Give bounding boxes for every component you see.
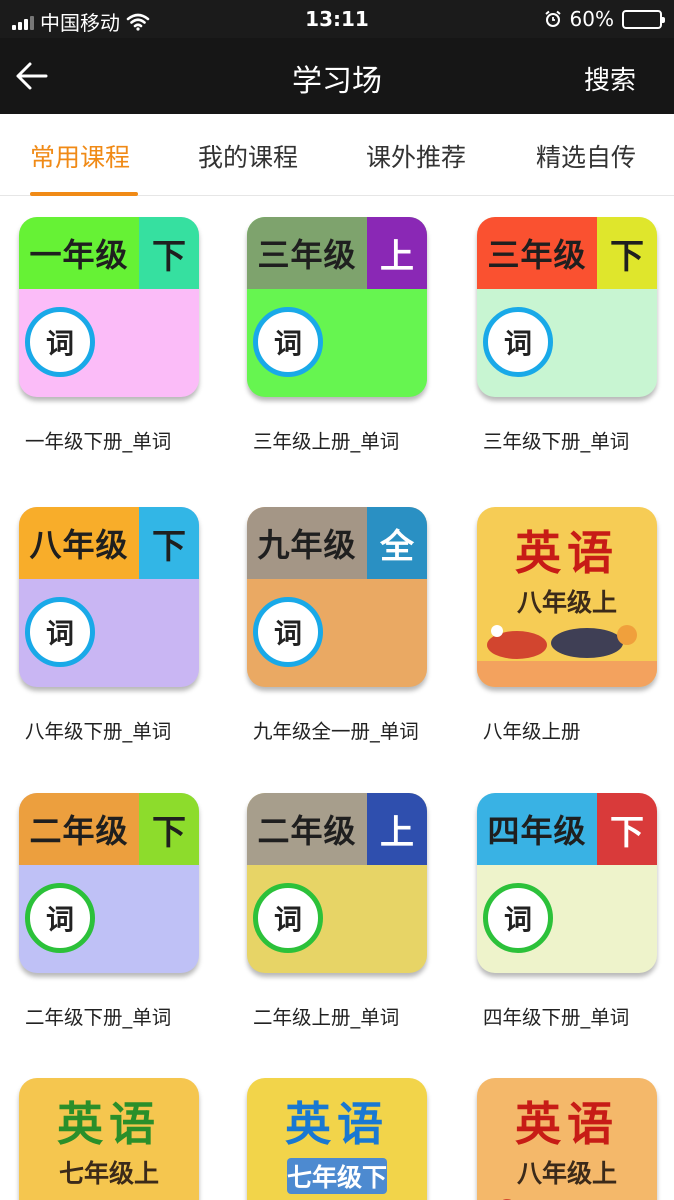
cartoon-illustration [247,1188,427,1200]
cover-term: 全 [367,507,427,579]
navigation-bar: 学习场 搜索 [0,38,674,114]
course-card[interactable]: 八年级 下 词 八年级下册_单词 [19,507,199,743]
alarm-icon [544,10,561,27]
course-title: 二年级下册_单词 [25,1006,172,1029]
course-card[interactable]: 英语 八年级上 八年级上册 [477,507,657,743]
cover-grade: 二年级 [247,793,367,865]
battery-percent: 60% [569,7,614,31]
course-cover: 二年级 下 词 [19,793,199,973]
tab-featured[interactable]: 精选自传 [536,138,636,174]
vocab-badge: 词 [253,307,323,377]
cover-term: 下 [597,793,657,865]
battery-icon [622,9,665,29]
cover-term: 上 [367,793,427,865]
textbook-grade: 八年级上 [516,1159,617,1188]
course-cover: 三年级 上 词 [247,217,427,397]
textbook-cover: 英语 八年级上 [477,1078,657,1200]
course-card[interactable]: 二年级 下 词 二年级下册_单词 [19,793,199,1029]
search-button[interactable]: 搜索 [584,60,636,97]
cover-grade: 三年级 [477,217,597,289]
tab-my-courses[interactable]: 我的课程 [198,138,298,174]
cover-term: 上 [367,217,427,289]
cartoon-illustration [502,1199,512,1200]
textbook-cover: 英语 七年级下 [247,1078,427,1200]
page-title: 学习场 [292,64,382,99]
course-title: 四年级下册_单词 [483,1006,630,1029]
textbook-cover: 英语 八年级上 [477,507,657,687]
textbook-grade: 八年级上 [516,588,617,617]
course-title: 九年级全一册_单词 [253,720,419,743]
cover-grade: 四年级 [477,793,597,865]
course-title: 二年级上册_单词 [253,1006,400,1029]
course-cover: 二年级 上 词 [247,793,427,973]
course-grid: 一年级 下 词 一年级下册_单词 三年级 上 词 三年级上册_单词 三年级 下 … [0,196,674,1200]
course-card[interactable]: 二年级 上 词 二年级上册_单词 [247,793,427,1029]
course-cover: 一年级 下 词 [19,217,199,397]
course-title: 三年级下册_单词 [483,430,630,453]
status-bar: 中国移动 13:11 60% [0,0,674,38]
cover-grade: 三年级 [247,217,367,289]
course-title: 八年级下册_单词 [25,720,172,743]
course-cover: 九年级 全 词 [247,507,427,687]
textbook-title: 英语 [515,526,619,580]
textbook-title: 英语 [285,1097,389,1151]
vocab-badge: 词 [25,597,95,667]
cover-term: 下 [139,217,199,289]
cover-grade: 二年级 [19,793,139,865]
cartoon-illustration [487,625,637,659]
cover-band [477,661,657,687]
course-title: 八年级上册 [483,720,581,743]
vocab-badge: 词 [253,597,323,667]
textbook-grade: 七年级上 [58,1159,159,1188]
course-tabs: 常用课程 我的课程 课外推荐 精选自传 [0,114,674,196]
course-cover: 三年级 下 词 [477,217,657,397]
status-right: 60% [544,7,665,31]
cover-term: 下 [597,217,657,289]
course-card[interactable]: 英语 八年级上 [477,1078,657,1200]
cover-grade: 一年级 [19,217,139,289]
course-cover: 八年级 下 词 [19,507,199,687]
course-cover: 四年级 下 词 [477,793,657,973]
vocab-badge: 词 [25,883,95,953]
tab-common-courses[interactable]: 常用课程 [30,138,130,174]
vocab-badge: 词 [483,883,553,953]
vocab-badge: 词 [25,307,95,377]
back-button[interactable] [12,56,52,96]
course-card[interactable]: 九年级 全 词 九年级全一册_单词 [247,507,427,743]
tab-extracurricular[interactable]: 课外推荐 [366,138,466,174]
textbook-title: 英语 [57,1097,161,1151]
vocab-badge: 词 [483,307,553,377]
course-card[interactable]: 英语 七年级下 [247,1078,427,1200]
course-card[interactable]: 三年级 上 词 三年级上册_单词 [247,217,427,453]
textbook-cover: 英语 七年级上 [19,1078,199,1200]
cover-term: 下 [139,793,199,865]
course-card[interactable]: 英语 七年级上 [19,1078,199,1200]
cover-grade: 九年级 [247,507,367,579]
course-title: 三年级上册_单词 [253,430,400,453]
arrow-left-icon [16,62,48,90]
course-title: 一年级下册_单词 [25,430,172,453]
course-card[interactable]: 三年级 下 词 三年级下册_单词 [477,217,657,453]
course-card[interactable]: 四年级 下 词 四年级下册_单词 [477,793,657,1029]
cover-term: 下 [139,507,199,579]
vocab-badge: 词 [253,883,323,953]
cover-grade: 八年级 [19,507,139,579]
cartoon-illustration [19,1188,199,1200]
course-card[interactable]: 一年级 下 词 一年级下册_单词 [19,217,199,453]
textbook-title: 英语 [515,1097,619,1151]
